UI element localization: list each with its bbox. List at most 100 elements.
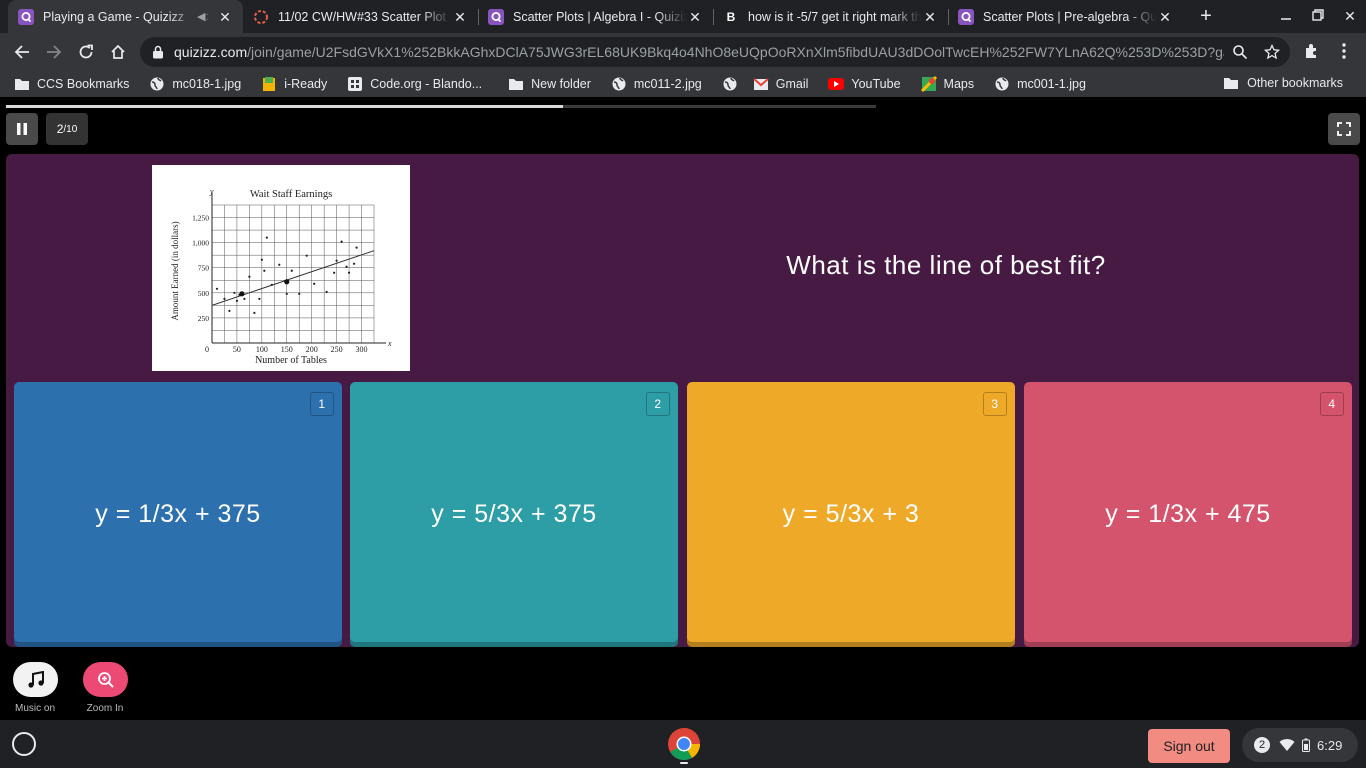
chart-title: Wait Staff Earnings [250, 189, 332, 200]
pause-icon [17, 123, 27, 135]
progress-bar [6, 105, 876, 108]
minimize-button[interactable] [1276, 6, 1296, 26]
tab-scatter-prealgebra[interactable]: Scatter Plots | Pre-algebra - Quizizz ✕ [948, 0, 1183, 33]
answer-option-4[interactable]: 4 y = 1/3x + 475 [1024, 382, 1352, 647]
running-indicator [680, 762, 688, 764]
status-tray[interactable]: 2 6:29 [1242, 728, 1358, 762]
fullscreen-button[interactable] [1328, 113, 1360, 145]
globe-icon [994, 76, 1010, 92]
url-text[interactable]: quizizz.com/join/game/U2FsdGVkX1%252BkkA… [174, 44, 1224, 60]
bookmark-codeorg[interactable]: Code.org - Blando... [347, 76, 482, 92]
question-card: Wait Staff Earnings Number of Tables Amo… [6, 154, 1359, 647]
bookmark-new-folder[interactable]: New folder [508, 76, 591, 92]
highlighted-point [284, 279, 290, 285]
chart-ylabel: Amount Earned (in dollars) [170, 221, 180, 320]
bookmark-label: mc011-2.jpg [633, 77, 702, 91]
option-number: 2 [646, 392, 670, 416]
answer-option-3[interactable]: 3 y = 5/3x + 3 [687, 382, 1015, 647]
speaker-muted-icon[interactable]: ◀ː [197, 10, 211, 23]
bookmark-star-icon[interactable] [1264, 44, 1280, 60]
answer-option-1[interactable]: 1 y = 1/3x + 375 [14, 382, 342, 647]
reload-button[interactable] [74, 40, 98, 64]
data-point [335, 259, 338, 262]
bookmark-label: mc001-1.jpg [1017, 77, 1086, 91]
forward-arrow-icon [47, 45, 62, 59]
close-window-button[interactable]: ✕ [1340, 6, 1360, 26]
folder-icon [1223, 76, 1239, 90]
bookmark-mc001[interactable]: mc001-1.jpg [994, 76, 1086, 92]
other-bookmarks-label: Other bookmarks [1247, 76, 1343, 90]
launcher-button[interactable] [12, 732, 36, 756]
close-tab-icon[interactable]: ✕ [217, 9, 233, 25]
sign-out-button[interactable]: Sign out [1148, 729, 1230, 763]
back-button[interactable] [10, 40, 34, 64]
data-point [325, 290, 328, 293]
question-image[interactable]: Wait Staff Earnings Number of Tables Amo… [152, 165, 410, 371]
tab-title: 11/02 CW/HW#33 Scatter Plot [278, 9, 446, 24]
bookmark-youtube[interactable]: YouTube [828, 76, 901, 92]
y-tick-label: 750 [198, 264, 210, 273]
data-point [248, 275, 251, 278]
globe-icon [722, 76, 738, 92]
data-point [228, 309, 231, 312]
option-number: 1 [310, 392, 334, 416]
gmail-icon [753, 76, 769, 92]
quizizz-icon [18, 8, 34, 25]
bookmark-ccs[interactable]: CCS Bookmarks [14, 76, 129, 92]
music-toggle-button[interactable] [13, 662, 58, 697]
bookmark-maps[interactable]: Maps [920, 76, 974, 92]
music-note-icon [27, 670, 44, 688]
data-point [258, 297, 261, 300]
data-point [290, 269, 293, 272]
answer-option-2[interactable]: 2 y = 5/3x + 375 [350, 382, 678, 647]
tab-cw-hw[interactable]: 11/02 CW/HW#33 Scatter Plot ✕ [243, 0, 478, 33]
codeorg-icon [347, 76, 363, 92]
lock-icon[interactable] [152, 45, 164, 59]
quizizz-icon [488, 8, 504, 25]
quizizz-icon [958, 8, 974, 25]
other-bookmarks[interactable]: Other bookmarks [1223, 76, 1343, 90]
forward-button[interactable] [42, 40, 66, 64]
pause-button[interactable] [6, 113, 38, 145]
data-point [278, 263, 281, 266]
home-button[interactable] [106, 40, 130, 64]
bookmark-label: New folder [531, 77, 591, 91]
tab-quizizz-game[interactable]: Playing a Game - Quizizz ◀ː ✕ [8, 0, 243, 33]
battery-icon [1302, 738, 1310, 752]
music-label: Music on [14, 703, 55, 714]
zoom-magnifier-icon[interactable] [1232, 44, 1248, 60]
chrome-app-icon[interactable] [667, 727, 701, 761]
maps-icon [920, 76, 937, 92]
x-tick-label: 200 [306, 345, 318, 354]
address-bar[interactable]: quizizz.com/join/game/U2FsdGVkX1%252BkkA… [140, 37, 1290, 67]
iready-icon [261, 76, 277, 92]
bookmark-mc011[interactable]: mc011-2.jpg [611, 76, 702, 92]
bookmark-iready[interactable]: i-Ready [261, 76, 327, 92]
tab-scatter-algebra[interactable]: Scatter Plots | Algebra I - Quizizz ✕ [478, 0, 713, 33]
new-tab-button[interactable]: + [1196, 6, 1216, 26]
youtube-icon [828, 76, 845, 92]
close-tab-icon[interactable]: ✕ [922, 9, 938, 25]
extensions-puzzle-icon[interactable] [1302, 41, 1322, 61]
kebab-menu-icon[interactable] [1334, 41, 1354, 61]
chart-grid [211, 193, 386, 344]
home-icon [111, 44, 125, 59]
bookmark-unnamed[interactable] [722, 76, 745, 92]
y-tick-label: 1,250 [192, 214, 209, 223]
progress-fill [6, 105, 563, 108]
data-point [223, 297, 226, 300]
close-tab-icon[interactable]: ✕ [687, 9, 703, 25]
zoom-in-button[interactable] [83, 662, 128, 697]
folder-icon [14, 76, 30, 92]
bookmark-label: YouTube [851, 77, 901, 91]
close-tab-icon[interactable]: ✕ [452, 9, 468, 25]
bookmark-gmail[interactable]: Gmail [753, 76, 808, 92]
close-tab-icon[interactable]: ✕ [1157, 9, 1173, 25]
data-point [347, 271, 351, 274]
x-tick-label: 150 [281, 345, 293, 354]
tab-brainly[interactable]: B how is it -5/7 get it right mark th ✕ [713, 0, 948, 33]
tab-title: Scatter Plots | Algebra I - Quizizz [513, 9, 687, 24]
bookmark-mc018[interactable]: mc018-1.jpg [149, 76, 241, 92]
restore-button[interactable] [1308, 6, 1328, 26]
option-text: y = 5/3x + 3 [782, 500, 920, 528]
